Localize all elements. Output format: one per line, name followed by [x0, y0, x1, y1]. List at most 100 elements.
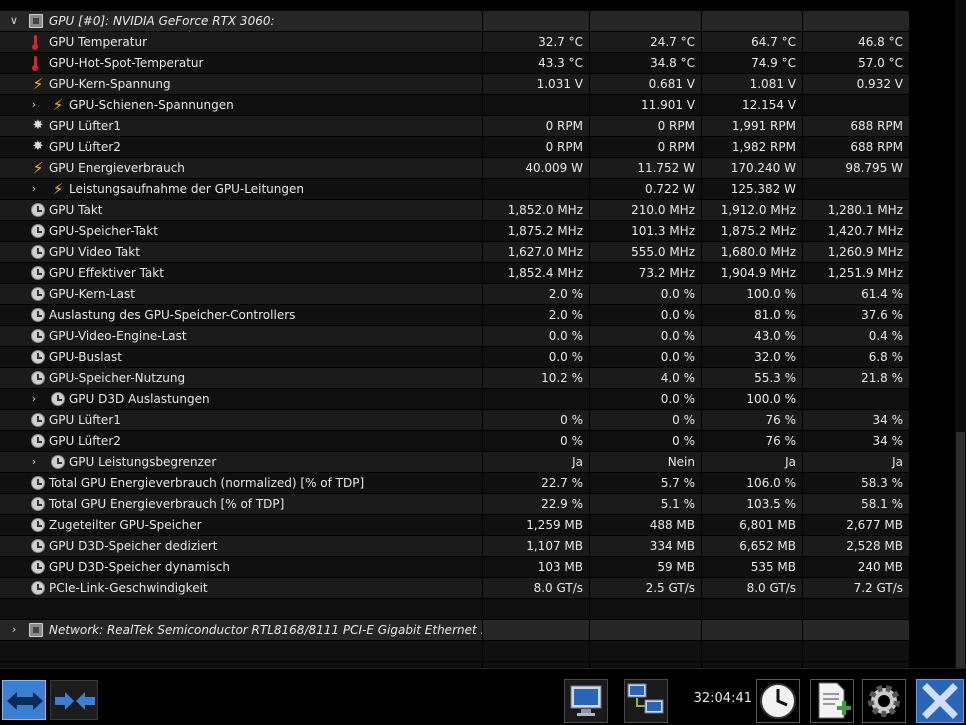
maximum-value: 81.0 % — [702, 305, 802, 325]
maximum-value: 535 MB — [702, 557, 802, 577]
sensor-row[interactable]: GPU Temperatur 32.7 °C 24.7 °C 64.7 °C 46.8 … — [0, 32, 955, 53]
maximum-value: 1,991 RPM — [702, 116, 802, 136]
sensor-row[interactable]: GPU D3D-Speicher dediziert 1,107 MB 334 MB… — [0, 536, 955, 557]
maximum-value: 1,875.2 MHz — [702, 221, 802, 241]
sensor-row[interactable]: GPU Video Takt 1,627.0 MHz 555.0 MHz 1,680.… — [0, 242, 955, 263]
expand-chevron-icon[interactable]: › — [28, 179, 40, 199]
sensor-row[interactable]: GPU Lüfter2 0 % 0 % 76 % 34 % — [0, 431, 955, 452]
sensor-label: GPU Leistungsbegrenzer — [69, 455, 217, 469]
network-monitor-button[interactable] — [624, 679, 668, 723]
sensor-row[interactable]: ⚡ GPU Energieverbrauch 40.009 W 11.752 W 170… — [0, 158, 955, 179]
network-computers-icon — [627, 683, 664, 714]
minimum-value: 0.0 % — [590, 305, 701, 325]
sensor-label: GPU Temperatur — [49, 35, 148, 49]
sensor-row[interactable]: GPU-Buslast 0.0 % 0.0 % 32.0 % 6.8 % — [0, 347, 955, 368]
thermometer-icon — [31, 56, 39, 71]
sensor-name-cell: GPU-Speicher-Nutzung — [0, 368, 482, 388]
value-cell — [803, 599, 909, 619]
sensor-row[interactable]: › GPU Leistungsbegrenzer Ja Nein Ja Ja — [0, 452, 955, 473]
current-value: 8.0 GT/s — [483, 578, 589, 598]
sensor-label: GPU Lüfter1 — [49, 413, 121, 427]
expand-chevron-icon[interactable]: › — [28, 389, 40, 409]
sensor-row[interactable]: › ⚡ GPU-Schienen-Spannungen 11.901 V 12.154 … — [0, 95, 955, 116]
sensor-name-cell: ⚡ GPU Energieverbrauch — [0, 158, 482, 178]
chip-icon — [29, 623, 43, 637]
navigate-left-right-button[interactable] — [2, 680, 46, 720]
value-cell — [483, 599, 589, 619]
maximum-value: 1,982 RPM — [702, 137, 802, 157]
minimum-value: 24.7 °C — [590, 32, 701, 52]
average-value: Ja — [803, 452, 909, 472]
sensor-label: GPU-Speicher-Nutzung — [49, 371, 186, 385]
sensor-row[interactable]: Zugeteilter GPU-Speicher 1,259 MB 488 MB 6,… — [0, 515, 955, 536]
sensor-row[interactable]: ⚡ GPU-Kern-Spannung 1.031 V 0.681 V 1.081 V0… — [0, 74, 955, 95]
scrollbar-thumb[interactable] — [956, 432, 965, 668]
sensor-name-cell: GPU D3D-Speicher dynamisch — [0, 557, 482, 577]
sensor-label: GPU Takt — [49, 203, 103, 217]
clock-icon — [31, 308, 45, 322]
collapse-chevron-icon[interactable]: ∨ — [8, 11, 20, 31]
sensor-monitor-button[interactable] — [564, 679, 608, 723]
sensor-row[interactable]: GPU-Video-Engine-Last 0.0 % 0.0 % 43.0 % 0.4… — [0, 326, 955, 347]
current-value: 0 RPM — [483, 116, 589, 136]
sensor-name-cell: Total GPU Energieverbrauch (normalized) … — [0, 473, 482, 493]
close-button[interactable] — [916, 679, 964, 723]
clock-icon — [31, 560, 45, 574]
clock-icon — [31, 203, 45, 217]
average-value: 1,280.1 MHz — [803, 200, 909, 220]
monitor-icon — [570, 685, 602, 716]
sensor-row[interactable]: GPU-Hot-Spot-Temperatur 43.3 °C 34.8 °C 74.… — [0, 53, 955, 74]
sensor-row[interactable]: GPU Effektiver Takt 1,852.4 MHz 73.2 MHz 1,… — [0, 263, 955, 284]
sensor-row[interactable]: GPU D3D-Speicher dynamisch 103 MB 59 MB 535… — [0, 557, 955, 578]
expand-chevron-icon[interactable]: › — [8, 620, 20, 640]
settings-button[interactable] — [862, 679, 906, 723]
current-value: 1,107 MB — [483, 536, 589, 556]
sensor-row[interactable]: ✸ GPU Lüfter1 0 RPM 0 RPM 1,991 RPM 688 RPM — [0, 116, 955, 137]
clock-icon — [31, 518, 45, 532]
sensor-row[interactable]: Total GPU Energieverbrauch (normalized) … — [0, 473, 955, 494]
network-group-header[interactable]: › Network: RealTek Semiconductor RTL8168/… — [0, 620, 955, 641]
group-title-cell: › Network: RealTek Semiconductor RTL8168/… — [0, 620, 482, 640]
value-cell — [803, 620, 909, 640]
sensor-row[interactable]: › GPU D3D Auslastungen 0.0 % 100.0 % — [0, 389, 955, 410]
sensor-row[interactable]: GPU-Kern-Last 2.0 % 0.0 % 100.0 % 61.4 % — [0, 284, 955, 305]
sensor-row[interactable]: Total GPU Energieverbrauch [% of TDP] 22.… — [0, 494, 955, 515]
gpu-group-header[interactable]: ∨ GPU [#0]: NVIDIA GeForce RTX 3060: — [0, 11, 955, 32]
sensor-row[interactable]: PCIe-Link-Geschwindigkeit 8.0 GT/s 2.5 GT/… — [0, 578, 955, 599]
sensor-row[interactable]: Auslastung des GPU-Speicher-Controllers 2… — [0, 305, 955, 326]
sensor-label: GPU D3D-Speicher dediziert — [49, 539, 218, 553]
average-value: 1,251.9 MHz — [803, 263, 909, 283]
vertical-scrollbar[interactable] — [955, 0, 966, 668]
sensor-row[interactable]: › ⚡ Leistungsaufnahme der GPU-Leitungen 0.7… — [0, 179, 955, 200]
collapse-arrows-icon — [55, 692, 95, 710]
average-value — [803, 389, 909, 409]
reset-clock-button[interactable] — [756, 679, 800, 723]
maximum-value: 1,904.9 MHz — [702, 263, 802, 283]
sensor-row[interactable]: GPU-Speicher-Nutzung 10.2 % 4.0 % 55.3 % 21.… — [0, 368, 955, 389]
average-value: 1,260.9 MHz — [803, 242, 909, 262]
voltage-icon: ⚡ — [52, 180, 64, 198]
compact-view-button[interactable] — [50, 680, 98, 720]
current-value — [483, 389, 589, 409]
chip-icon — [29, 14, 43, 28]
value-cell — [702, 599, 802, 619]
average-value: 0.4 % — [803, 326, 909, 346]
name-cell — [0, 599, 482, 619]
sensor-row[interactable]: GPU Lüfter1 0 % 0 % 76 % 34 % — [0, 410, 955, 431]
sensor-row[interactable]: GPU Takt 1,852.0 MHz 210.0 MHz 1,912.0 MHz 1… — [0, 200, 955, 221]
sensor-label: Total GPU Energieverbrauch (normalized) … — [49, 476, 365, 490]
logging-report-button[interactable] — [810, 679, 854, 723]
sensor-table: ∨ GPU [#0]: NVIDIA GeForce RTX 3060: GPU T… — [0, 0, 966, 668]
sensor-label: GPU Lüfter2 — [49, 434, 121, 448]
maximum-value: 74.9 °C — [702, 53, 802, 73]
average-value: 7.2 GT/s — [803, 578, 909, 598]
sensor-row[interactable]: GPU-Speicher-Takt 1,875.2 MHz 101.3 MHz 1,8… — [0, 221, 955, 242]
value-cell — [803, 11, 909, 31]
expand-chevron-icon[interactable]: › — [28, 452, 40, 472]
clock-icon — [31, 266, 45, 280]
minimum-value: 0.0 % — [590, 347, 701, 367]
sensor-name-cell: Auslastung des GPU-Speicher-Controllers — [0, 305, 482, 325]
sensor-row[interactable]: ✸ GPU Lüfter2 0 RPM 0 RPM 1,982 RPM 688 RPM — [0, 137, 955, 158]
expand-chevron-icon[interactable]: › — [28, 95, 40, 115]
maximum-value: 12.154 V — [702, 95, 802, 115]
